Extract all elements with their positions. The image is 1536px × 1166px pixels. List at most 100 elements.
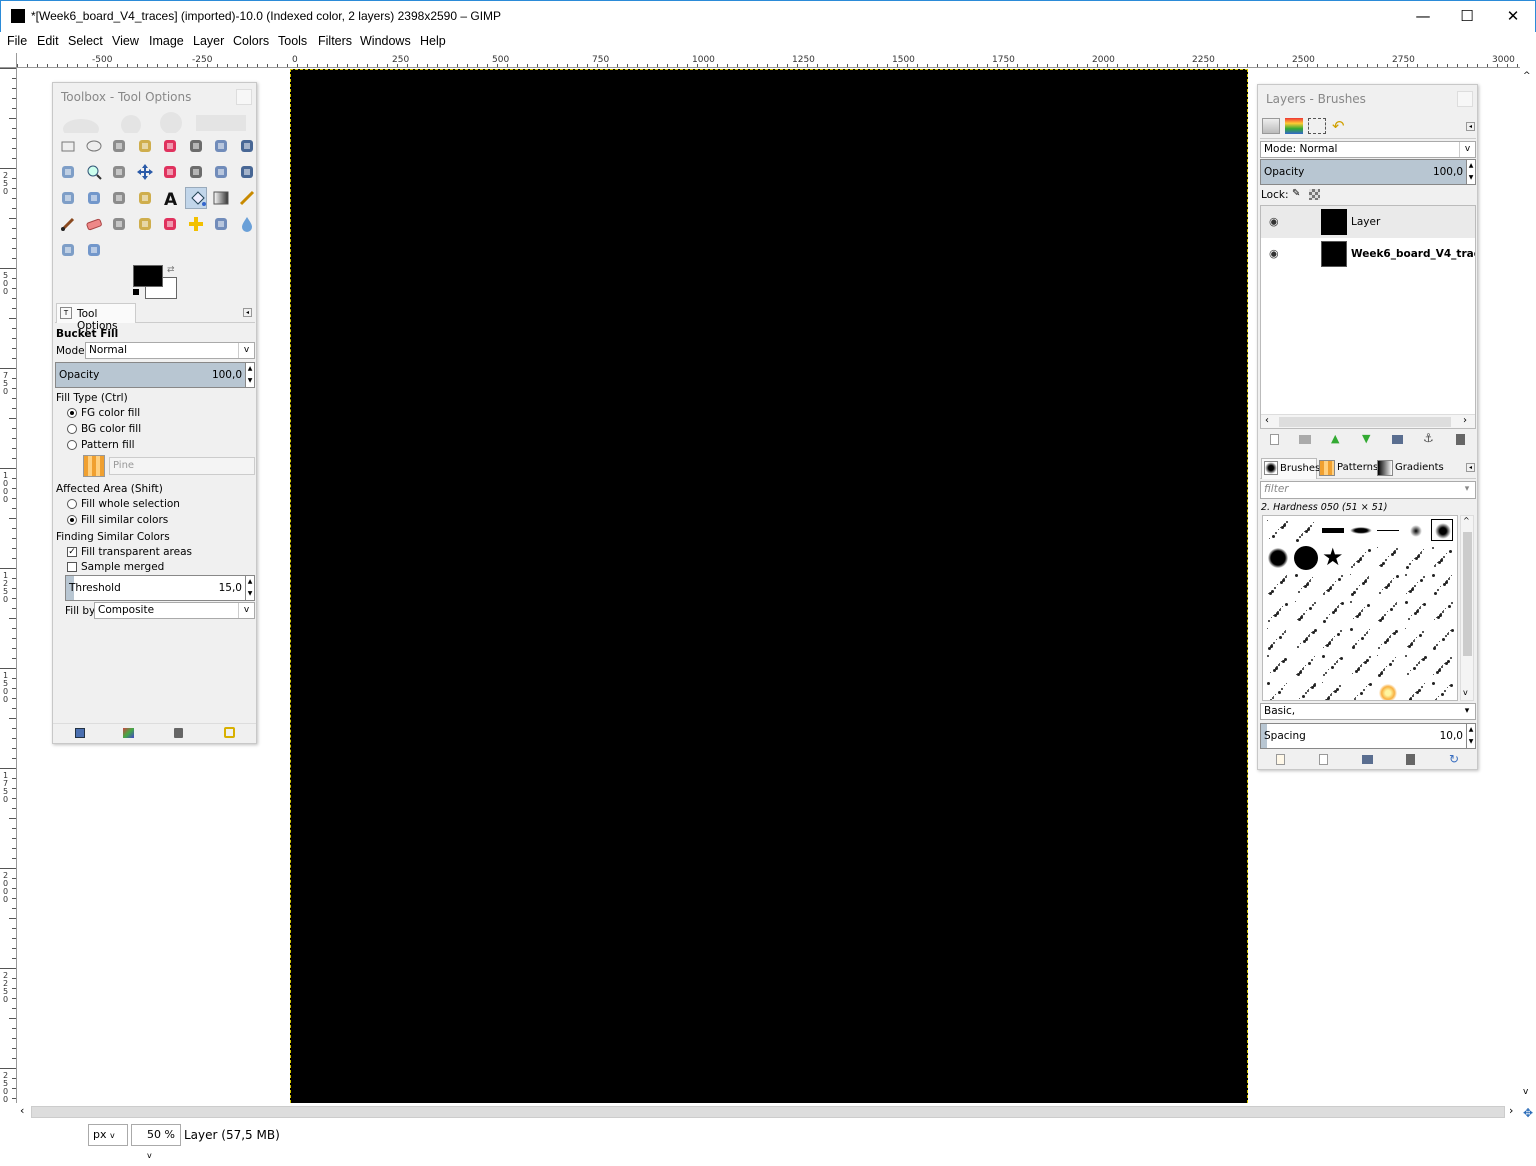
unified-transform-tool-icon[interactable]	[210, 161, 232, 183]
perspective-tool-icon[interactable]	[57, 187, 79, 209]
tab-channels-icon[interactable]	[1285, 118, 1303, 134]
brush-preview[interactable]	[1404, 546, 1428, 570]
scroll-thumb[interactable]	[31, 1106, 1505, 1118]
ink-tool-icon[interactable]	[134, 213, 156, 235]
dodge-burn-tool-icon[interactable]	[83, 239, 105, 261]
unit-selector[interactable]: px v	[88, 1124, 128, 1146]
menu-file[interactable]: File	[7, 34, 27, 48]
brush-preview[interactable]	[1266, 600, 1290, 624]
opacity-spinner[interactable]: ▲ ▼	[245, 363, 254, 387]
tab-layers-icon[interactable]	[1262, 118, 1280, 134]
edit-brush-icon[interactable]	[1276, 754, 1285, 765]
duplicate-layer-icon[interactable]	[1392, 435, 1403, 444]
brush-preview[interactable]	[1431, 600, 1455, 624]
brush-preview[interactable]	[1349, 681, 1373, 700]
zoom-selector[interactable]: 50 % v	[131, 1124, 181, 1160]
smudge-tool-icon[interactable]	[57, 239, 79, 261]
brush-tag-select[interactable]: Basic, ▾	[1260, 703, 1476, 720]
brush-filter-input[interactable]: filter ▾	[1260, 481, 1476, 499]
fill-similar-colors-radio[interactable]	[67, 515, 77, 525]
tab-undo-icon[interactable]: ↶	[1332, 117, 1345, 135]
gradient-tool-icon[interactable]	[210, 187, 232, 209]
brush-preview[interactable]	[1349, 654, 1373, 678]
brush-preview[interactable]	[1349, 546, 1373, 570]
brush-preview[interactable]	[1321, 681, 1345, 700]
chevron-left-icon[interactable]: ‹	[20, 1104, 24, 1117]
brush-preview[interactable]	[1404, 681, 1428, 700]
layer-row[interactable]: ◉ Week6_board_V4_traces.pn	[1261, 238, 1475, 270]
brush-preview[interactable]	[1321, 627, 1345, 651]
reset-options-icon[interactable]	[224, 727, 235, 738]
brush-preview[interactable]	[1294, 573, 1318, 597]
heal-tool-icon[interactable]	[185, 213, 207, 235]
spacing-spinner[interactable]: ▲ ▼	[1466, 724, 1475, 748]
menu-windows[interactable]: Windows	[360, 34, 411, 48]
bucket-fill-tool-icon[interactable]	[184, 187, 207, 209]
lock-alpha-icon[interactable]	[1309, 189, 1320, 200]
new-group-icon[interactable]	[1299, 435, 1311, 444]
save-options-icon[interactable]	[75, 728, 85, 738]
brush-preview[interactable]	[1266, 681, 1290, 700]
delete-brush-icon[interactable]	[1406, 754, 1415, 765]
chevron-down-icon[interactable]: v	[1523, 1087, 1528, 1097]
brush-preview[interactable]	[1321, 573, 1345, 597]
paintbrush-tool-icon[interactable]	[57, 213, 79, 235]
brush-preview[interactable]	[1404, 627, 1428, 651]
brush-scrollbar[interactable]: ^ v	[1460, 515, 1474, 701]
brush-preview[interactable]	[1349, 600, 1373, 624]
brush-preview[interactable]	[1293, 546, 1318, 570]
scroll-thumb[interactable]	[1279, 417, 1451, 427]
brush-preview[interactable]	[1266, 519, 1290, 543]
rotate-tool-icon[interactable]	[236, 161, 258, 183]
layer-opacity-slider[interactable]: Opacity 100,0 ▲ ▼	[1260, 159, 1476, 185]
brush-preview[interactable]	[1404, 654, 1428, 678]
close-icon[interactable]	[236, 89, 252, 105]
duplicate-brush-icon[interactable]	[1362, 755, 1373, 764]
crop-tool-icon[interactable]	[185, 161, 207, 183]
menu-image[interactable]: Image	[149, 34, 184, 48]
spacing-slider[interactable]: Spacing 10,0 ▲ ▼	[1260, 723, 1476, 749]
threshold-spinner[interactable]: ▲ ▼	[245, 576, 254, 600]
fill-whole-selection-radio[interactable]	[67, 499, 77, 509]
scissors-select-tool-icon[interactable]	[185, 135, 207, 157]
airbrush-tool-icon[interactable]	[108, 213, 130, 235]
brush-preview[interactable]	[1266, 654, 1290, 678]
tab-menu-icon[interactable]: ◂	[1466, 463, 1475, 472]
menu-tools[interactable]: Tools	[278, 34, 307, 48]
brush-preview[interactable]	[1294, 654, 1318, 678]
brush-preview[interactable]	[1404, 600, 1428, 624]
brush-preview[interactable]	[1294, 681, 1318, 700]
brush-preview[interactable]	[1376, 573, 1400, 597]
threshold-slider[interactable]: Threshold 15,0 ▲ ▼	[65, 575, 255, 601]
sample-merged-checkbox[interactable]	[67, 562, 77, 572]
brush-preview[interactable]	[1376, 600, 1400, 624]
pattern-fill-radio[interactable]	[67, 440, 77, 450]
eye-icon[interactable]: ◉	[1269, 247, 1279, 260]
bg-fill-radio[interactable]	[67, 424, 77, 434]
minimize-button[interactable]: —	[1403, 5, 1443, 27]
pattern-name-field[interactable]: Pine	[109, 457, 255, 475]
brush-preview[interactable]	[1376, 519, 1400, 543]
brush-preview[interactable]	[1431, 654, 1455, 678]
brush-preview[interactable]	[1266, 627, 1290, 651]
fuzzy-select-tool-icon[interactable]	[134, 135, 156, 157]
tab-tool-options[interactable]: T Tool Options	[56, 303, 136, 332]
color-select-tool-icon[interactable]	[159, 135, 181, 157]
menu-layer[interactable]: Layer	[193, 34, 224, 48]
free-select-tool-icon[interactable]	[108, 135, 130, 157]
maximize-button[interactable]: ☐	[1447, 5, 1487, 27]
horizontal-scrollbar[interactable]: ‹ ›	[17, 1103, 1520, 1121]
swap-colors-icon[interactable]: ⇄	[167, 265, 175, 275]
perspective-clone-tool-icon[interactable]	[210, 213, 232, 235]
layer-row[interactable]: ◉ Layer	[1261, 206, 1475, 238]
new-brush-icon[interactable]	[1319, 754, 1328, 765]
pencil-tool-icon[interactable]	[236, 187, 258, 209]
rect-select-tool-icon[interactable]	[57, 135, 79, 157]
menu-filters[interactable]: Filters	[318, 34, 352, 48]
anchor-icon[interactable]: ⚓	[1423, 431, 1434, 445]
move-tool-icon[interactable]	[134, 161, 156, 183]
scroll-thumb[interactable]	[1463, 532, 1472, 656]
brush-preview[interactable]	[1376, 654, 1400, 678]
chevron-right-icon[interactable]: ›	[1463, 415, 1467, 426]
tab-menu-icon[interactable]: ◂	[243, 308, 252, 317]
